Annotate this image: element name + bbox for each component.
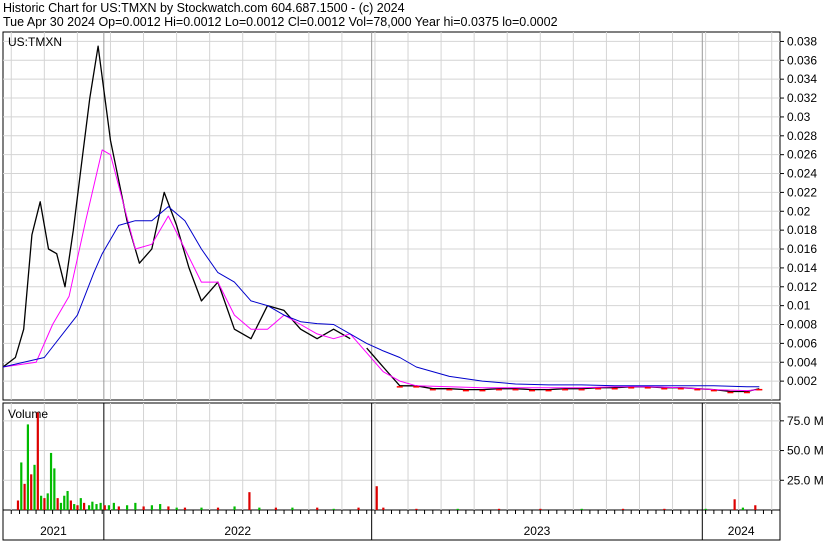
volume-bar	[382, 507, 385, 510]
volume-bar	[63, 495, 66, 510]
price-y-tick-label: 0.024	[787, 167, 817, 181]
volume-bar	[26, 424, 29, 510]
volume-bar	[66, 490, 69, 510]
volume-bar	[95, 504, 98, 510]
volume-panel-title: Volume	[8, 407, 48, 421]
volume-y-tick-label: 50.0 M	[787, 444, 824, 458]
volume-bar	[167, 506, 170, 510]
price-panel-title: US:TMXN	[8, 35, 62, 49]
volume-bar	[258, 507, 261, 510]
price-y-tick-label: 0.002	[787, 374, 817, 388]
volume-bar	[704, 508, 707, 510]
year-label: 2022	[224, 524, 251, 538]
volume-bar	[332, 508, 335, 510]
price-y-tick-label: 0.008	[787, 318, 817, 332]
price-y-tick-label: 0.038	[787, 34, 817, 48]
volume-bar	[200, 507, 203, 510]
price-y-tick-label: 0.012	[787, 280, 817, 294]
volume-bar	[741, 507, 745, 510]
volume-bar	[16, 500, 20, 510]
price-y-tick-label: 0.028	[787, 129, 817, 143]
volume-bar	[248, 492, 251, 510]
volume-bar	[754, 505, 757, 510]
price-y-tick-label: 0.026	[787, 148, 817, 162]
volume-y-tick-label: 75.0 M	[787, 414, 824, 428]
price-y-tick-label: 0.01	[787, 299, 811, 313]
volume-bar	[733, 499, 736, 510]
year-label: 2023	[524, 524, 551, 538]
volume-bar	[216, 507, 220, 510]
volume-bar	[76, 505, 79, 510]
volume-bar	[233, 506, 236, 510]
volume-bar	[142, 506, 145, 510]
volume-bar	[117, 506, 120, 510]
volume-bar	[107, 505, 111, 510]
volume-bar	[159, 504, 162, 510]
volume-bar	[663, 508, 666, 510]
year-label: 2024	[728, 524, 755, 538]
volume-bar	[497, 508, 501, 510]
volume-y-tick-label: 25.0 M	[787, 473, 824, 487]
volume-bar	[375, 486, 378, 510]
volume-bar	[43, 498, 46, 510]
price-y-tick-label: 0.036	[787, 53, 817, 67]
date-axis-panel	[2, 509, 781, 541]
volume-bar	[49, 452, 53, 510]
volume-bar	[539, 508, 542, 510]
volume-bar	[87, 505, 91, 510]
volume-bar	[316, 507, 319, 510]
price-y-tick-label: 0.004	[787, 355, 817, 369]
volume-bar	[175, 507, 178, 510]
volume-bar	[580, 508, 583, 510]
volume-bar	[36, 412, 39, 510]
volume-bar	[33, 464, 36, 510]
price-y-tick-label: 0.022	[787, 185, 817, 199]
price-y-tick-label: 0.02	[787, 204, 811, 218]
volume-bar	[79, 498, 82, 510]
volume-bar	[103, 505, 106, 510]
volume-bar	[30, 474, 33, 510]
volume-bar	[621, 508, 625, 510]
volume-bar	[40, 495, 43, 510]
volume-bar	[73, 504, 76, 510]
volume-bar	[415, 508, 418, 510]
volume-bar	[125, 505, 129, 510]
volume-bar	[59, 502, 63, 510]
volume-bar	[357, 507, 360, 510]
stock-chart: 0.002 0.004 0.006 0.008 0.01 0.012 0.014 0.016 0…	[2, 31, 824, 541]
year-label: 2021	[40, 524, 67, 538]
price-y-tick-label: 0.032	[787, 91, 817, 105]
volume-panel	[2, 402, 781, 511]
volume-bar	[20, 462, 23, 510]
volume-bar	[69, 500, 72, 510]
volume-bar	[99, 502, 102, 510]
volume-bar	[183, 507, 187, 510]
price-y-tick-label: 0.034	[787, 72, 817, 86]
price-y-tick-label: 0.014	[787, 261, 817, 275]
price-y-tick-label: 0.016	[787, 242, 817, 256]
volume-bar	[112, 502, 115, 510]
volume-bar	[56, 498, 59, 510]
volume-bar	[23, 483, 26, 510]
volume-bar	[291, 507, 294, 510]
volume-bar	[134, 502, 137, 510]
price-y-tick-label: 0.03	[787, 110, 811, 124]
volume-bar	[150, 505, 153, 510]
volume-bar	[456, 508, 459, 510]
price-y-tick-label: 0.018	[787, 223, 817, 237]
volume-bar	[46, 493, 49, 510]
volume-bar	[91, 501, 94, 510]
volume-bar	[83, 502, 86, 510]
volume-bar	[274, 507, 277, 510]
price-y-tick-label: 0.006	[787, 336, 817, 350]
volume-bar	[53, 468, 56, 510]
price-panel	[2, 31, 781, 401]
